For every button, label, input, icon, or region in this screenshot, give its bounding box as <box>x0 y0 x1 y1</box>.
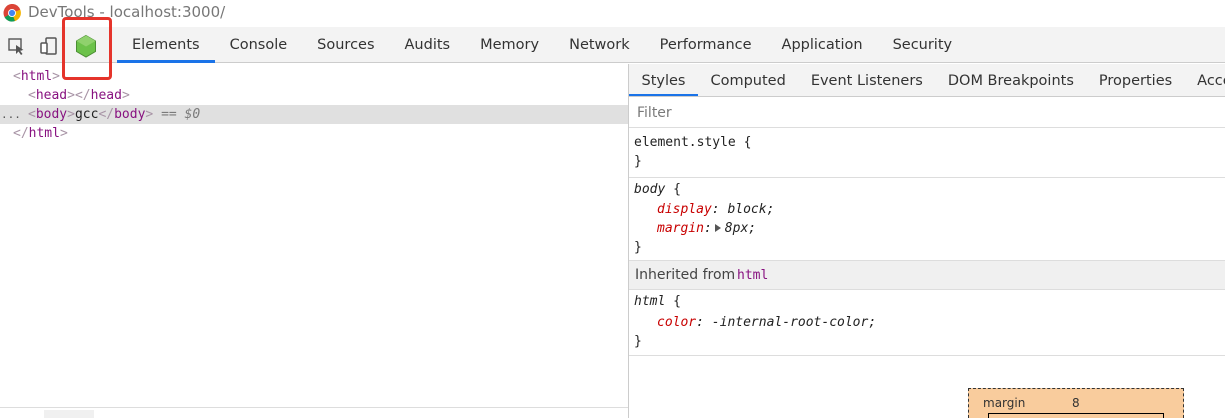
tab-memory[interactable]: Memory <box>465 27 554 63</box>
rule-open-brace: { <box>673 182 681 197</box>
dom-node-html-close[interactable]: </html> <box>0 124 628 143</box>
tab-application[interactable]: Application <box>767 27 878 63</box>
tag-name: body <box>35 107 68 122</box>
selected-node-marker: == $0 <box>161 107 201 122</box>
tab-computed[interactable]: Computed <box>698 64 798 96</box>
dom-node-html-open[interactable]: <html> <box>0 67 628 86</box>
tag-name: body <box>114 107 146 122</box>
tag-name: html <box>28 126 60 141</box>
rule-open-brace: { <box>673 294 681 309</box>
inspect-element-icon[interactable] <box>7 36 27 56</box>
tab-dom-breakpoints[interactable]: DOM Breakpoints <box>935 64 1086 96</box>
tab-console[interactable]: Console <box>215 27 303 63</box>
inherited-label: Inherited from <box>635 267 736 283</box>
html-style-rule: html { color: -internal-root-color; } <box>629 291 1225 356</box>
body-style-rule: body { display: block; margin: 8px; } <box>629 179 1225 261</box>
tab-network[interactable]: Network <box>554 27 645 63</box>
breadcrumb-item[interactable] <box>44 410 94 418</box>
box-model-margin-value[interactable]: 8 <box>1072 396 1080 410</box>
dom-node-head[interactable]: <head></head> <box>0 86 628 105</box>
styles-filter-input[interactable] <box>637 103 1207 123</box>
device-toolbar-icon[interactable] <box>39 36 59 56</box>
filter-bar <box>629 98 1225 128</box>
box-model-margin-label: margin <box>983 396 1026 410</box>
tab-event-listeners[interactable]: Event Listeners <box>798 64 935 96</box>
css-property[interactable]: color <box>657 315 696 330</box>
styles-sidebar: Styles Computed Event Listeners DOM Brea… <box>629 64 1225 418</box>
box-model-border <box>988 413 1164 418</box>
rule-close-brace: } <box>634 154 642 169</box>
rule-close-brace: } <box>634 240 642 255</box>
css-property[interactable]: margin <box>657 221 704 236</box>
rule-selector[interactable]: body <box>634 182 665 197</box>
tab-accessibility[interactable]: Accessibility <box>1185 64 1225 96</box>
devtools-toolbar: Elements Console Sources Audits Memory N… <box>0 27 1225 63</box>
body-text: gcc <box>74 107 99 122</box>
element-style-rule: element.style { } <box>629 129 1225 178</box>
tab-performance[interactable]: Performance <box>645 27 767 63</box>
inherited-source-link[interactable]: html <box>737 268 768 283</box>
more-options-icon[interactable]: ... <box>1 105 21 124</box>
tag-name: head <box>35 88 68 103</box>
rule-close-brace: } <box>634 334 642 349</box>
tab-security[interactable]: Security <box>878 27 968 63</box>
tab-properties[interactable]: Properties <box>1086 64 1184 96</box>
css-value[interactable]: block; <box>727 202 774 217</box>
breadcrumb-bar <box>0 407 628 418</box>
box-model-diagram: margin 8 <box>968 388 1184 418</box>
rule-selector[interactable]: html <box>634 294 665 309</box>
tag-name: html <box>20 69 53 84</box>
tab-sources[interactable]: Sources <box>302 27 389 63</box>
chrome-logo-icon <box>3 4 21 22</box>
inherited-section-header: Inherited from html <box>629 261 1225 290</box>
main-tabs: Elements Console Sources Audits Memory N… <box>117 27 967 63</box>
css-property[interactable]: display <box>657 202 712 217</box>
tab-audits[interactable]: Audits <box>390 27 466 63</box>
dom-node-body-selected[interactable]: ... <body>gcc</body> == $0 <box>0 105 628 124</box>
tab-styles[interactable]: Styles <box>629 64 698 96</box>
rule-selector[interactable]: element.style { <box>634 135 751 150</box>
css-value[interactable]: -internal-root-color; <box>712 315 876 330</box>
window-titlebar: DevTools - localhost:3000/ <box>0 0 1225 27</box>
tag-name: head <box>90 88 122 103</box>
sidebar-tabs: Styles Computed Event Listeners DOM Brea… <box>629 64 1225 97</box>
dom-tree-panel: <html> <head></head> ... <body>gcc</body… <box>0 64 628 418</box>
tab-elements[interactable]: Elements <box>117 27 215 63</box>
window-title: DevTools - localhost:3000/ <box>28 3 226 21</box>
css-value[interactable]: 8px; <box>725 221 756 236</box>
nodejs-icon[interactable] <box>74 34 98 58</box>
expand-triangle-icon[interactable] <box>714 224 721 232</box>
